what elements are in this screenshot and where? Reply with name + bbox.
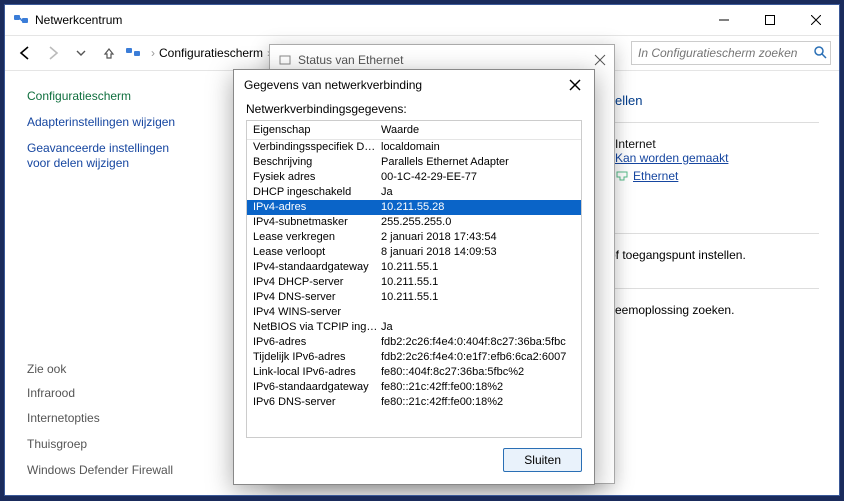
property-row[interactable]: IPv4-adres10.211.55.28 [247, 200, 581, 215]
property-name: Verbindingsspecifiek DN... [253, 140, 381, 155]
property-value: Ja [381, 185, 575, 200]
property-row[interactable]: IPv6-adresfdb2:2c26:f4e4:0:404f:8c27:36b… [247, 335, 581, 350]
troubleshoot-text-fragment: robleemoplossing zoeken. [595, 303, 819, 317]
property-name: IPv4 DNS-server [253, 290, 381, 305]
property-name: IPv4 DHCP-server [253, 275, 381, 290]
property-row[interactable]: NetBIOS via TCPIP inges...Ja [247, 320, 581, 335]
property-name: Beschrijving [253, 155, 381, 170]
cannot-connect-link[interactable]: Kan worden gemaakt [615, 151, 728, 165]
property-row[interactable]: IPv4 DHCP-server10.211.55.1 [247, 275, 581, 290]
forward-button[interactable] [41, 41, 65, 65]
see-also-heading: Zie ook [27, 362, 191, 376]
property-row[interactable]: DHCP ingeschakeldJa [247, 185, 581, 200]
see-also-infrared[interactable]: Infrarood [27, 386, 191, 402]
property-name: Link-local IPv6-adres [253, 365, 381, 380]
property-value: 255.255.255.0 [381, 215, 575, 230]
titlebar: Netwerkcentrum [5, 5, 839, 35]
search-box[interactable] [631, 41, 831, 65]
property-value: localdomain [381, 140, 575, 155]
property-row[interactable]: Tijdelijk IPv6-adresfdb2:2c26:f4e4:0:e1f… [247, 350, 581, 365]
property-value: fe80::21c:42ff:fe00:18%2 [381, 380, 575, 395]
see-also-firewall[interactable]: Windows Defender Firewall [27, 463, 191, 479]
property-value [381, 305, 575, 320]
breadcrumb-icon [125, 45, 141, 61]
sidebar-link-sharing[interactable]: Geavanceerde instellingen voor delen wij… [27, 141, 191, 172]
property-name: Lease verkregen [253, 230, 381, 245]
property-value: 2 januari 2018 17:43:54 [381, 230, 575, 245]
property-name: IPv6-adres [253, 335, 381, 350]
network-details-dialog: Gegevens van netwerkverbinding Netwerkve… [233, 69, 595, 485]
close-window-button[interactable] [793, 5, 839, 35]
property-value: fe80::404f:8c27:36ba:5fbc%2 [381, 365, 575, 380]
minimize-button[interactable] [701, 5, 747, 35]
close-details-button[interactable]: Sluiten [503, 448, 582, 472]
up-button[interactable] [97, 41, 121, 65]
property-name: IPv4-subnetmasker [253, 215, 381, 230]
networkcenter-icon [13, 12, 29, 28]
property-name: IPv4-standaardgateway [253, 260, 381, 275]
close-button[interactable] [566, 76, 584, 94]
property-name: NetBIOS via TCPIP inges... [253, 320, 381, 335]
property-row[interactable]: BeschrijvingParallels Ethernet Adapter [247, 155, 581, 170]
property-row[interactable]: IPv4 DNS-server10.211.55.1 [247, 290, 581, 305]
property-row[interactable]: Lease verkregen2 januari 2018 17:43:54 [247, 230, 581, 245]
breadcrumb-item[interactable]: Configuratiescherm [159, 46, 263, 60]
sidebar-heading: Configuratiescherm [27, 89, 191, 103]
property-row[interactable]: Fysiek adres00-1C-42-29-EE-77 [247, 170, 581, 185]
property-name: IPv6-standaardgateway [253, 380, 381, 395]
close-icon[interactable] [594, 54, 606, 66]
window-title: Netwerkcentrum [35, 13, 122, 27]
property-value: 10.211.55.1 [381, 275, 575, 290]
ethernet-icon [278, 53, 292, 67]
search-input[interactable] [631, 41, 831, 65]
property-value: fdb2:2c26:f4e4:0:e1f7:efb6:6ca2:6007 [381, 350, 575, 365]
property-row[interactable]: Lease verloopt8 januari 2018 14:09:53 [247, 245, 581, 260]
property-row[interactable]: IPv6 DNS-serverfe80::21c:42ff:fe00:18%2 [247, 395, 581, 410]
property-name: Tijdelijk IPv6-adres [253, 350, 381, 365]
property-row[interactable]: IPv6-standaardgatewayfe80::21c:42ff:fe00… [247, 380, 581, 395]
property-value: 10.211.55.1 [381, 260, 575, 275]
property-value: Ja [381, 320, 575, 335]
setup-text-fragment: er of toegangspunt instellen. [595, 248, 819, 262]
ethernet-link[interactable]: Ethernet [633, 169, 678, 183]
networkcenter-window: Netwerkcentrum › Configuratiescherm › Co… [4, 4, 840, 496]
search-icon [813, 45, 827, 59]
property-name: IPv4-adres [253, 200, 381, 215]
property-value: 10.211.55.28 [381, 200, 575, 215]
recent-locations-button[interactable] [69, 41, 93, 65]
property-value: Parallels Ethernet Adapter [381, 155, 575, 170]
sidebar-link-adapter[interactable]: Adapterinstellingen wijzigen [27, 115, 191, 131]
status-dialog-title: Status van Ethernet [298, 53, 403, 67]
see-also-homegroup[interactable]: Thuisgroep [27, 437, 191, 453]
maximize-button[interactable] [747, 5, 793, 35]
property-row[interactable]: Verbindingsspecifiek DN...localdomain [247, 140, 581, 155]
back-button[interactable] [13, 41, 37, 65]
details-subtitle: Netwerkverbindingsgegevens: [234, 100, 594, 120]
property-name: IPv6 DNS-server [253, 395, 381, 410]
property-name: Lease verloopt [253, 245, 381, 260]
see-also-internetoptions[interactable]: Internetopties [27, 411, 191, 427]
property-list[interactable]: Eigenschap Waarde Verbindingsspecifiek D… [246, 120, 582, 438]
ethernet-icon [615, 169, 629, 183]
property-row[interactable]: IPv4-subnetmasker255.255.255.0 [247, 215, 581, 230]
property-value: fdb2:2c26:f4e4:0:404f:8c27:36ba:5fbc [381, 335, 575, 350]
property-row[interactable]: IPv4-standaardgateway10.211.55.1 [247, 260, 581, 275]
property-name: IPv4 WINS-server [253, 305, 381, 320]
property-row[interactable]: IPv4 WINS-server [247, 305, 581, 320]
col-value: Waarde [381, 121, 575, 139]
property-header: Eigenschap Waarde [247, 121, 581, 140]
sidebar: Configuratiescherm Adapterinstellingen w… [5, 71, 205, 496]
property-value: 00-1C-42-29-EE-77 [381, 170, 575, 185]
property-name: DHCP ingeschakeld [253, 185, 381, 200]
property-row[interactable]: Link-local IPv6-adresfe80::404f:8c27:36b… [247, 365, 581, 380]
property-value: 10.211.55.1 [381, 290, 575, 305]
col-property: Eigenschap [253, 121, 381, 139]
property-name: Fysiek adres [253, 170, 381, 185]
property-value: fe80::21c:42ff:fe00:18%2 [381, 395, 575, 410]
property-value: 8 januari 2018 14:09:53 [381, 245, 575, 260]
internet-label: Internet [615, 137, 819, 151]
details-dialog-title: Gegevens van netwerkverbinding [244, 78, 422, 92]
page-title-fragment: ellen [615, 93, 819, 108]
